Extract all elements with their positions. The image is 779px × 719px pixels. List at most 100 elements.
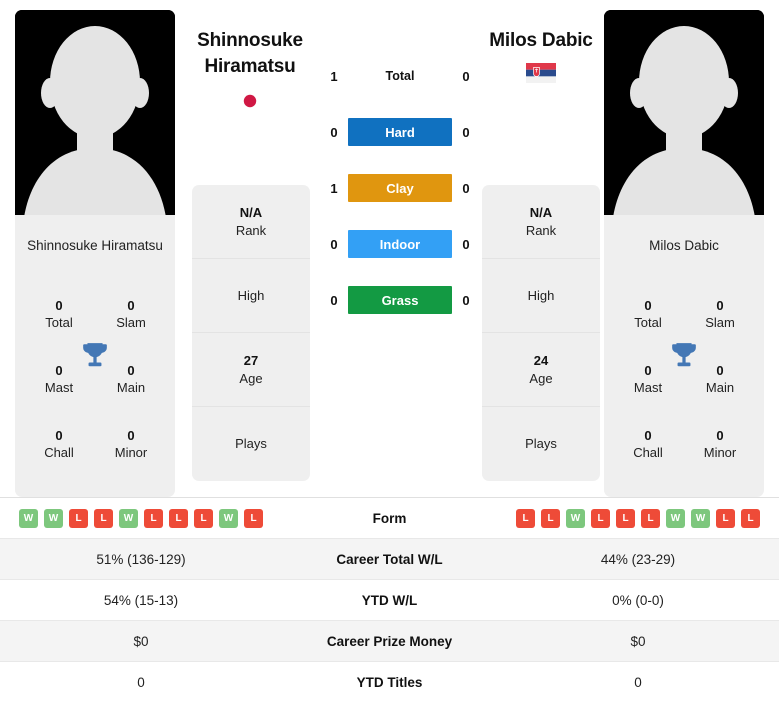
title-stat: 0 Slam xyxy=(95,297,167,332)
surface-score-left: 0 xyxy=(330,124,338,140)
player-name-left-line1: Shinnosuke xyxy=(197,30,303,51)
title-stat-label: Slam xyxy=(116,315,146,330)
title-stat: 0 Main xyxy=(95,362,167,397)
row-label: Career Total W/L xyxy=(336,551,443,567)
row-value-right: $0 xyxy=(630,633,646,649)
row-label: YTD Titles xyxy=(356,675,423,690)
form-badge-loss: L xyxy=(69,508,88,528)
surface-label-grass[interactable]: Grass xyxy=(348,286,452,314)
form-badge-win: W xyxy=(19,508,38,528)
form-badge-loss: L xyxy=(541,508,560,528)
surface-row-clay: 1 Clay 0 xyxy=(320,174,480,202)
surface-label-hard[interactable]: Hard xyxy=(348,118,452,146)
row-value-left: 51% (136-129) xyxy=(96,551,186,567)
form-badge-loss: L xyxy=(616,508,635,528)
title-stat-value: 0 xyxy=(127,428,135,443)
high-cell: High xyxy=(192,259,310,333)
row-label: Form xyxy=(372,510,407,526)
surface-score-right: 0 xyxy=(462,124,470,140)
title-stat-value: 0 xyxy=(55,428,63,443)
form-badge-list-right: LLWLLLWWLL xyxy=(497,508,779,528)
title-stat: 0 Chall xyxy=(23,427,95,462)
table-row-form: WWLLWLLLWL Form LLWLLLWWLL xyxy=(0,498,779,539)
title-stat-value: 0 xyxy=(716,298,724,313)
player-titles-card-right: Milos Dabic 0 Total 0 Slam 0 Mast 0 Main xyxy=(604,225,764,497)
row-value-right: 0% (0-0) xyxy=(612,592,664,608)
title-stat-label: Chall xyxy=(44,445,74,460)
row-label: YTD W/L xyxy=(361,592,418,608)
age-value: 27 xyxy=(243,352,259,368)
form-badge-loss: L xyxy=(741,508,760,528)
rank-label: Rank xyxy=(235,222,267,238)
plays-cell: Plays xyxy=(192,407,310,481)
form-badge-win: W xyxy=(666,508,685,528)
age-cell: 27 Age xyxy=(192,333,310,407)
player-rank-column-left: N/A Rank High 27 Age Plays xyxy=(192,185,310,481)
form-badge-loss: L xyxy=(194,508,213,528)
form-badge-loss: L xyxy=(244,508,263,528)
form-badge-win: W xyxy=(44,508,63,528)
age-value: 24 xyxy=(533,352,549,368)
title-stat-value: 0 xyxy=(127,298,135,313)
plays-label: Plays xyxy=(235,436,267,451)
row-value-left: 54% (15-13) xyxy=(103,592,179,608)
row-value-left: $0 xyxy=(133,633,149,649)
player-card-name-left: Shinnosuke Hiramatsu xyxy=(27,238,163,253)
title-stat-label: Total xyxy=(634,315,662,330)
table-row-prize-money: $0 Career Prize Money $0 xyxy=(0,621,779,662)
title-stat-label: Main xyxy=(705,380,735,395)
title-stat-label: Minor xyxy=(703,445,737,460)
player-card-right: Milos Dabic 0 Total 0 Slam 0 Mast 0 Main xyxy=(604,10,764,497)
rank-cell: N/A Rank xyxy=(482,185,600,259)
high-label: High xyxy=(527,287,555,303)
form-badges-right: LLWLLLWWLL xyxy=(497,508,779,528)
surface-score-left: 0 xyxy=(330,236,338,252)
table-row-ytd-wl: 54% (15-13) YTD W/L 0% (0-0) xyxy=(0,580,779,621)
title-stat-value: 0 xyxy=(644,428,652,443)
form-badge-loss: L xyxy=(641,508,660,528)
table-row-career-wl: 51% (136-129) Career Total W/L 44% (23-2… xyxy=(0,539,779,580)
row-value-right: 44% (23-29) xyxy=(600,551,676,567)
player-name-right-line1: Milos Dabic xyxy=(489,30,593,51)
title-stat: 0 Mast xyxy=(23,362,95,397)
title-stat-value: 0 xyxy=(644,298,652,313)
head-to-head-panel: Shinnosuke Hiramatsu 0 Total 0 Slam 0 Ma… xyxy=(0,0,779,497)
title-stat: 0 Minor xyxy=(95,427,167,462)
title-stat: 0 Mast xyxy=(612,362,684,397)
title-stat: 0 Chall xyxy=(612,427,684,462)
form-badge-loss: L xyxy=(716,508,735,528)
surface-score-right: 0 xyxy=(462,180,470,196)
form-badge-loss: L xyxy=(591,508,610,528)
player-titles-card-left: Shinnosuke Hiramatsu 0 Total 0 Slam 0 Ma… xyxy=(15,225,175,497)
serbia-flag-icon xyxy=(526,63,556,83)
row-label: Career Prize Money xyxy=(326,633,453,649)
title-stat-label: Total xyxy=(45,315,73,330)
age-label: Age xyxy=(529,370,553,386)
form-badge-list-left: WWLLWLLLWL xyxy=(0,508,282,528)
player-rank-column-right: N/A Rank High 24 Age Plays xyxy=(482,185,600,481)
title-stat-value: 0 xyxy=(127,363,135,378)
plays-label: Plays xyxy=(525,436,557,451)
rank-value: N/A xyxy=(239,204,263,220)
form-badge-win: W xyxy=(119,508,138,528)
form-badge-loss: L xyxy=(169,508,188,528)
surface-score-right: 0 xyxy=(462,68,470,84)
form-badge-loss: L xyxy=(144,508,163,528)
table-row-ytd-titles: 0 YTD Titles 0 xyxy=(0,662,779,703)
player-card-name-right: Milos Dabic xyxy=(649,238,719,253)
title-stat-value: 0 xyxy=(716,428,724,443)
surface-score-left: 1 xyxy=(330,180,338,196)
rank-label: Rank xyxy=(525,222,557,238)
title-stat: 0 Minor xyxy=(684,427,756,462)
surface-score-right: 0 xyxy=(462,236,470,252)
form-badge-win: W xyxy=(219,508,238,528)
surface-breakdown: 1 Total 0 0 Hard 0 1 Clay 0 0 Indoor 0 0… xyxy=(320,62,480,314)
form-badge-win: W xyxy=(691,508,710,528)
age-label: Age xyxy=(239,370,263,386)
high-label: High xyxy=(237,287,265,303)
row-value-left: 0 xyxy=(137,675,145,690)
form-badges-left: WWLLWLLLWL xyxy=(0,508,282,528)
surface-label-clay[interactable]: Clay xyxy=(348,174,452,202)
surface-row-grass: 0 Grass 0 xyxy=(320,286,480,314)
surface-label-indoor[interactable]: Indoor xyxy=(348,230,452,258)
